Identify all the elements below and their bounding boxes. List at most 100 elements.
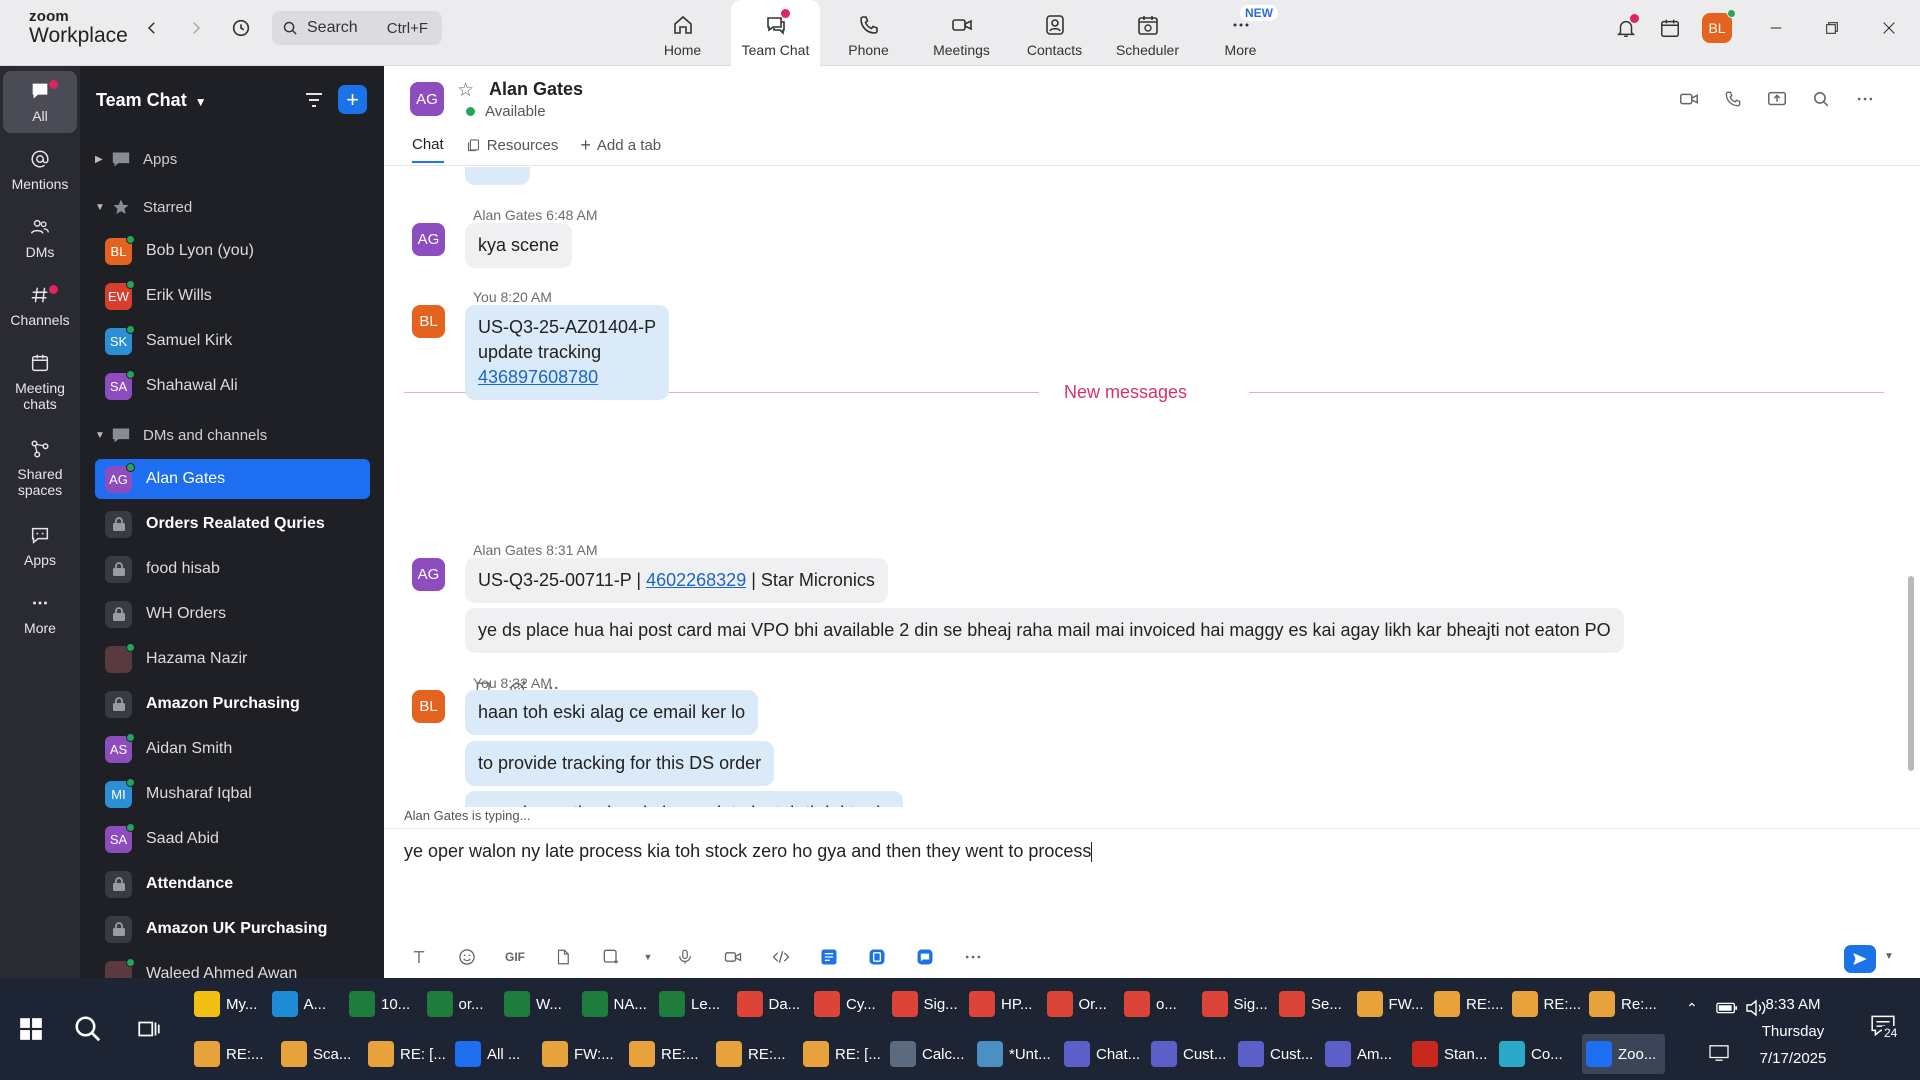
nav-home[interactable]: Home bbox=[636, 0, 729, 66]
notes-app-icon[interactable] bbox=[812, 943, 846, 971]
rail-apps[interactable]: Apps bbox=[3, 524, 77, 568]
rail-shared-spaces[interactable]: Shared spaces bbox=[3, 438, 77, 498]
taskbar-app-button[interactable]: Co... bbox=[1495, 1034, 1578, 1074]
sidebar-item-chat[interactable]: WH Orders bbox=[95, 594, 370, 634]
sidebar-item-chat[interactable]: Amazon UK Purchasing bbox=[95, 909, 370, 949]
sidebar-item-chat[interactable]: food hisab bbox=[95, 549, 370, 589]
taskbar-app-button[interactable]: RE:... bbox=[625, 1034, 708, 1074]
taskbar-app-button[interactable]: RE: [... bbox=[799, 1034, 882, 1074]
user-avatar[interactable]: BL bbox=[1702, 9, 1736, 43]
taskbar-app-button[interactable]: RE:... bbox=[190, 1034, 273, 1074]
docs-app-icon[interactable] bbox=[860, 943, 894, 971]
taskbar-app-button[interactable]: HP... bbox=[965, 984, 1039, 1024]
forward-arrow-icon[interactable] bbox=[182, 14, 210, 42]
taskbar-app-button[interactable]: RE:... bbox=[712, 1034, 795, 1074]
sender-avatar[interactable]: AG bbox=[412, 223, 445, 256]
sender-avatar[interactable]: BL bbox=[412, 305, 445, 338]
taskbar-app-button[interactable]: FW:... bbox=[538, 1034, 621, 1074]
share-screen-icon[interactable] bbox=[1764, 86, 1790, 112]
search-icon[interactable] bbox=[1808, 86, 1834, 112]
sidebar-item-chat[interactable]: AS Aidan Smith bbox=[95, 729, 370, 769]
message-composer[interactable]: ye oper walon ny late process kia toh st… bbox=[384, 828, 1920, 978]
message-scrollbar[interactable] bbox=[1908, 166, 1916, 806]
calendar-icon[interactable] bbox=[1656, 14, 1684, 42]
taskbar-app-button[interactable]: Am... bbox=[1321, 1034, 1404, 1074]
taskbar-app-button[interactable]: RE:... bbox=[1430, 984, 1504, 1024]
taskbar-app-button[interactable]: Sca... bbox=[277, 1034, 360, 1074]
more-options-icon[interactable] bbox=[1852, 86, 1878, 112]
message-sender[interactable]: Alan Gates bbox=[473, 207, 542, 223]
contact-name[interactable]: Alan Gates bbox=[489, 79, 583, 100]
rail-all[interactable]: All bbox=[3, 71, 77, 133]
taskbar-app-button[interactable]: 10... bbox=[345, 984, 419, 1024]
tracking-link[interactable]: 4602268329 bbox=[646, 570, 746, 590]
message-bubble[interactable]: ye ds place hua hai post card mai VPO bh… bbox=[465, 608, 1624, 653]
taskbar-app-button[interactable]: *Unt... bbox=[973, 1034, 1056, 1074]
more-tools-icon[interactable] bbox=[956, 943, 990, 971]
rail-channels[interactable]: Channels bbox=[3, 284, 77, 328]
sidebar-item-starred[interactable]: EW Erik Wills bbox=[95, 276, 370, 316]
nav-more[interactable]: NEW More bbox=[1194, 0, 1287, 66]
video-message-icon[interactable] bbox=[716, 943, 750, 971]
code-snippet-icon[interactable] bbox=[764, 943, 798, 971]
taskbar-app-button[interactable]: Sig... bbox=[1198, 984, 1272, 1024]
taskbar-app-button[interactable]: Cy... bbox=[810, 984, 884, 1024]
nav-team-chat[interactable]: Team Chat bbox=[731, 0, 820, 66]
message-bubble[interactable]: haan toh eski alag ce email ker lo bbox=[465, 690, 759, 735]
taskbar-app-button[interactable]: Sig... bbox=[888, 984, 962, 1024]
display-icon[interactable] bbox=[1708, 1044, 1730, 1067]
taskbar-app-button[interactable]: RE:... bbox=[1508, 984, 1581, 1024]
message-sender[interactable]: You bbox=[473, 675, 497, 691]
close-icon[interactable] bbox=[1875, 14, 1903, 42]
nav-scheduler[interactable]: Scheduler bbox=[1101, 0, 1194, 66]
taskbar-app-button[interactable]: A... bbox=[268, 984, 342, 1024]
star-outline-icon[interactable]: ☆ bbox=[457, 79, 474, 102]
taskbar-app-button[interactable]: Da... bbox=[733, 984, 807, 1024]
whiteboard-app-icon[interactable] bbox=[908, 943, 942, 971]
taskbar-search-icon[interactable] bbox=[73, 1014, 103, 1049]
taskbar-app-button[interactable]: Cust... bbox=[1234, 1034, 1317, 1074]
notification-center-icon[interactable]: 24 bbox=[1870, 1014, 1900, 1040]
sidebar-item-starred[interactable]: SA Shahawal Ali bbox=[95, 366, 370, 406]
sidebar-item-selected[interactable]: AG Alan Gates bbox=[95, 459, 370, 499]
tracking-link[interactable]: 436897608780 bbox=[478, 365, 656, 390]
sender-avatar[interactable]: AG bbox=[412, 558, 445, 591]
taskbar-app-button[interactable]: NA... bbox=[578, 984, 652, 1024]
message-bubble[interactable]: US-Q3-25-AZ01404-P update tracking 4368976… bbox=[465, 305, 670, 400]
video-call-icon[interactable] bbox=[1676, 86, 1702, 112]
sender-avatar[interactable]: BL bbox=[412, 690, 445, 723]
minimize-icon[interactable] bbox=[1762, 14, 1790, 42]
section-starred[interactable]: ▼ Starred bbox=[95, 187, 370, 227]
windows-start-icon[interactable] bbox=[18, 1016, 44, 1042]
taskbar-app-button[interactable]: Cust... bbox=[1147, 1034, 1230, 1074]
taskbar-app-button[interactable]: or... bbox=[423, 984, 497, 1024]
taskbar-app-button[interactable]: Stan... bbox=[1408, 1034, 1491, 1074]
taskbar-clock[interactable]: 8:33 AM Thursday 7/17/2025 bbox=[1728, 991, 1858, 1072]
emoji-icon[interactable] bbox=[450, 943, 484, 971]
scrollbar-thumb[interactable] bbox=[1908, 576, 1914, 771]
taskbar-app-button[interactable]: FW... bbox=[1353, 984, 1427, 1024]
new-chat-button[interactable]: + bbox=[338, 85, 367, 114]
back-arrow-icon[interactable] bbox=[138, 14, 166, 42]
sidebar-item-chat[interactable]: MI Musharaf Iqbal bbox=[95, 774, 370, 814]
tab-resources[interactable]: Resources bbox=[466, 136, 558, 163]
taskbar-app-button[interactable]: Le... bbox=[655, 984, 729, 1024]
nav-contacts[interactable]: Contacts bbox=[1008, 0, 1101, 66]
taskbar-app-button[interactable]: Se... bbox=[1275, 984, 1349, 1024]
text-format-icon[interactable] bbox=[402, 943, 436, 971]
taskbar-app-button[interactable]: My... bbox=[190, 984, 264, 1024]
taskbar-app-button[interactable]: W... bbox=[500, 984, 574, 1024]
composer-input[interactable]: ye oper walon ny late process kia toh st… bbox=[404, 841, 1093, 863]
message-bubble[interactable]: or ye b mention ker do k agar late hy to… bbox=[465, 791, 904, 807]
taskbar-app-button[interactable]: Chat... bbox=[1060, 1034, 1143, 1074]
message-bubble[interactable]: to provide tracking for this DS order bbox=[465, 741, 775, 786]
sidebar-title[interactable]: Team Chat ▼ bbox=[96, 90, 207, 111]
taskbar-app-button[interactable]: o... bbox=[1120, 984, 1194, 1024]
sidebar-item-chat[interactable]: Hazama Nazir bbox=[95, 639, 370, 679]
nav-meetings[interactable]: Meetings bbox=[915, 0, 1008, 66]
tab-add[interactable]: + Add a tab bbox=[580, 136, 661, 163]
search-input[interactable]: Search Ctrl+F bbox=[272, 11, 442, 45]
history-icon[interactable] bbox=[227, 14, 255, 42]
screenshot-icon[interactable] bbox=[594, 943, 628, 971]
restore-icon[interactable] bbox=[1818, 14, 1846, 42]
